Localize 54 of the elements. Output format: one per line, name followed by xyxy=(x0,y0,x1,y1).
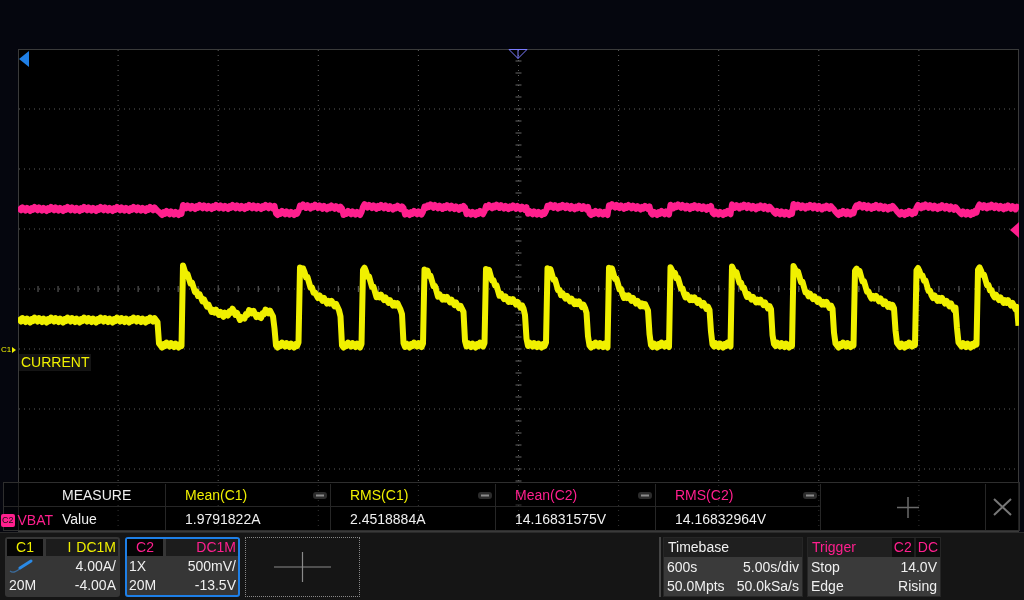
probe-ratio: 1X xyxy=(129,557,147,574)
minus-icon[interactable] xyxy=(313,491,327,499)
minus-icon[interactable] xyxy=(803,491,817,499)
trigger-panel[interactable]: Trigger C2 DC Stop 14.0V Edge Rising xyxy=(807,537,941,597)
channel-scale: 500mV/ xyxy=(187,557,236,574)
plus-icon[interactable] xyxy=(897,496,919,518)
channel-unit: I xyxy=(66,539,72,556)
probe-icon xyxy=(9,558,33,573)
channel-offset: -4.00A xyxy=(74,576,116,593)
trigger-slope: Rising xyxy=(898,577,937,594)
measure-value: 2.4518884A xyxy=(350,510,426,527)
measure-value: 1.9791822A xyxy=(185,510,261,527)
timebase-title: Timebase xyxy=(664,538,802,557)
measure-value: 14.16832964V xyxy=(675,510,767,527)
measure-name: RMS(C1) xyxy=(350,487,409,503)
measure-row-label: Value xyxy=(62,510,97,527)
right-triangle-icon xyxy=(12,346,17,353)
sample-rate: 50.0kSa/s xyxy=(736,577,799,594)
memory-depth: 50.0Mpts xyxy=(667,577,725,594)
left-triangle-icon xyxy=(1010,222,1019,238)
plus-icon xyxy=(274,552,331,582)
channel-badge: C2 xyxy=(1,514,15,527)
measure-title: MEASURE xyxy=(62,487,132,503)
channel-bandwidth: 20M xyxy=(9,576,37,593)
minus-icon[interactable] xyxy=(638,491,652,499)
minus-icon[interactable] xyxy=(478,491,492,499)
timebase-scale: 5.00s/div xyxy=(742,558,799,575)
trace-label: VBAT xyxy=(17,512,54,529)
measure-value: 14.16831575V xyxy=(515,510,607,527)
channel-offset: -13.5V xyxy=(194,576,236,593)
left-triangle-icon xyxy=(19,51,29,67)
trigger-level: 14.0V xyxy=(900,558,937,575)
measure-name: Mean(C2) xyxy=(515,487,578,503)
measure-name: RMS(C2) xyxy=(675,487,734,503)
trigger-source: C2 xyxy=(891,538,914,557)
channel-panel[interactable]: C2 DC1M 1X 500mV/ 20M -13.5V xyxy=(125,537,240,597)
trigger-coupling: DC xyxy=(915,538,940,557)
channel-marker: C1 xyxy=(1,345,12,354)
down-triangle-icon xyxy=(508,49,528,59)
channel-coupling: DC1M xyxy=(76,539,116,556)
timebase-panel[interactable]: Timebase 600s 5.00s/div 50.0Mpts 50.0kSa/s xyxy=(663,537,803,597)
channel-bandwidth: 20M xyxy=(129,576,157,593)
channel-name: C2 xyxy=(136,539,154,556)
trigger-mode: Edge xyxy=(811,577,844,594)
add-channel-button[interactable] xyxy=(245,537,360,597)
close-icon[interactable] xyxy=(993,498,1012,516)
measure-name: Mean(C1) xyxy=(185,487,248,503)
channel-name: C1 xyxy=(16,539,34,556)
channel-scale: 4.00A/ xyxy=(75,557,116,574)
channel-coupling: DC1M xyxy=(196,539,236,556)
channel-panel[interactable]: C1 I DC1M 4.00A/ 20M -4.00A xyxy=(5,537,120,597)
trigger-status: Stop xyxy=(811,558,840,575)
trace-label: CURRENT xyxy=(19,354,92,371)
timebase-delay: 600s xyxy=(667,558,698,575)
